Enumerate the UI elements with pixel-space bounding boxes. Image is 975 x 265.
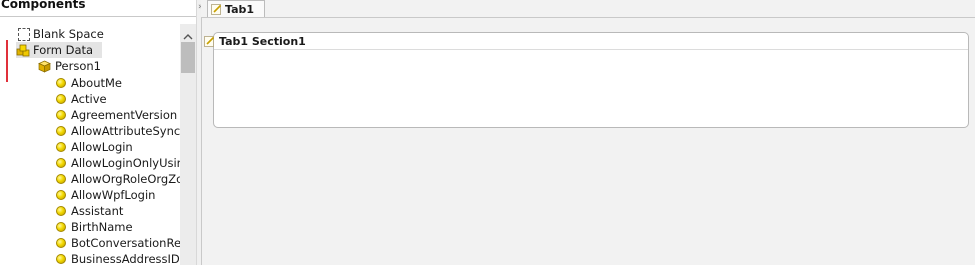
- field-ball-icon: [56, 78, 66, 88]
- components-tree: Blank Space Form Data Person1 AboutMe Ac…: [0, 24, 180, 265]
- tree-item-field[interactable]: AgreementVersion: [56, 107, 177, 123]
- section-header: Tab1 Section1: [204, 33, 968, 50]
- tree-item-field[interactable]: AllowAttributeSync: [56, 123, 180, 139]
- form-data-icon: [16, 44, 31, 57]
- tree-item-label: AboutMe: [71, 76, 122, 90]
- tree-item-label: AllowAttributeSync: [71, 124, 180, 138]
- tree-item-label: AllowWpfLogin: [71, 188, 156, 202]
- tree-item-label: AgreementVersion: [71, 108, 178, 122]
- field-ball-icon: [56, 254, 66, 264]
- tree-item-label: AllowOrgRoleOrgZo: [71, 172, 180, 186]
- tree-item-field[interactable]: BusinessAddressID: [56, 251, 180, 265]
- form-designer-area: Tab1 Tab1 Section1: [201, 0, 975, 265]
- tree-item-form-data[interactable]: Form Data: [16, 42, 102, 58]
- scroll-up-arrow-icon[interactable]: [183, 29, 193, 43]
- field-ball-icon: [56, 142, 66, 152]
- section-tab1-section1[interactable]: Tab1 Section1: [204, 32, 969, 128]
- scrollbar-thumb[interactable]: [181, 42, 195, 73]
- tree-item-label: Active: [71, 92, 107, 106]
- tab-tab1[interactable]: Tab1: [207, 0, 265, 18]
- components-panel: Components Blank Space Form Data Person1…: [0, 0, 196, 265]
- panel-title: Components: [1, 0, 86, 11]
- section-edit-icon: [204, 35, 215, 47]
- tree-item-person1[interactable]: Person1: [38, 58, 101, 74]
- tree-item-field[interactable]: AllowWpfLogin: [56, 187, 155, 203]
- tree-item-label: BusinessAddressID: [71, 252, 180, 265]
- blank-space-icon: [18, 27, 30, 41]
- section-title: Tab1 Section1: [219, 34, 306, 48]
- tree-scrollbar[interactable]: [180, 24, 196, 265]
- tree-item-field[interactable]: Assistant: [56, 203, 123, 219]
- cube-icon: [38, 60, 51, 73]
- tree-item-label: Assistant: [71, 204, 124, 218]
- field-ball-icon: [56, 126, 66, 136]
- tree-item-label: AllowLogin: [71, 140, 133, 154]
- field-ball-icon: [56, 238, 66, 248]
- tree-item-field[interactable]: AllowLoginOnlyUsing: [56, 155, 180, 171]
- tree-item-label: Person1: [55, 59, 101, 73]
- field-ball-icon: [56, 158, 66, 168]
- field-ball-icon: [56, 94, 66, 104]
- field-ball-icon: [56, 222, 66, 232]
- panel-divider: [0, 16, 196, 17]
- tab-strip: Tab1: [201, 0, 975, 18]
- tree-item-label: Blank Space: [33, 27, 104, 41]
- field-ball-icon: [56, 110, 66, 120]
- tree-item-label: AllowLoginOnlyUsing: [71, 156, 180, 170]
- tree-item-blank-space[interactable]: Blank Space: [18, 26, 104, 42]
- tree-item-label: BirthName: [71, 220, 133, 234]
- tree-item-field[interactable]: AboutMe: [56, 75, 122, 91]
- tab-edit-icon: [211, 4, 222, 15]
- tree-item-label: BotConversationRefe: [71, 236, 180, 250]
- tree-item-field[interactable]: BotConversationRefe: [56, 235, 180, 251]
- field-ball-icon: [56, 174, 66, 184]
- tree-item-field[interactable]: BirthName: [56, 219, 133, 235]
- field-ball-icon: [56, 206, 66, 216]
- tree-item-field[interactable]: AllowLogin: [56, 139, 133, 155]
- tab-label: Tab1: [225, 3, 255, 16]
- tree-item-field[interactable]: Active: [56, 91, 107, 107]
- tree-item-label: Form Data: [33, 43, 94, 57]
- tree-item-field[interactable]: AllowOrgRoleOrgZo: [56, 171, 180, 187]
- field-ball-icon: [56, 190, 66, 200]
